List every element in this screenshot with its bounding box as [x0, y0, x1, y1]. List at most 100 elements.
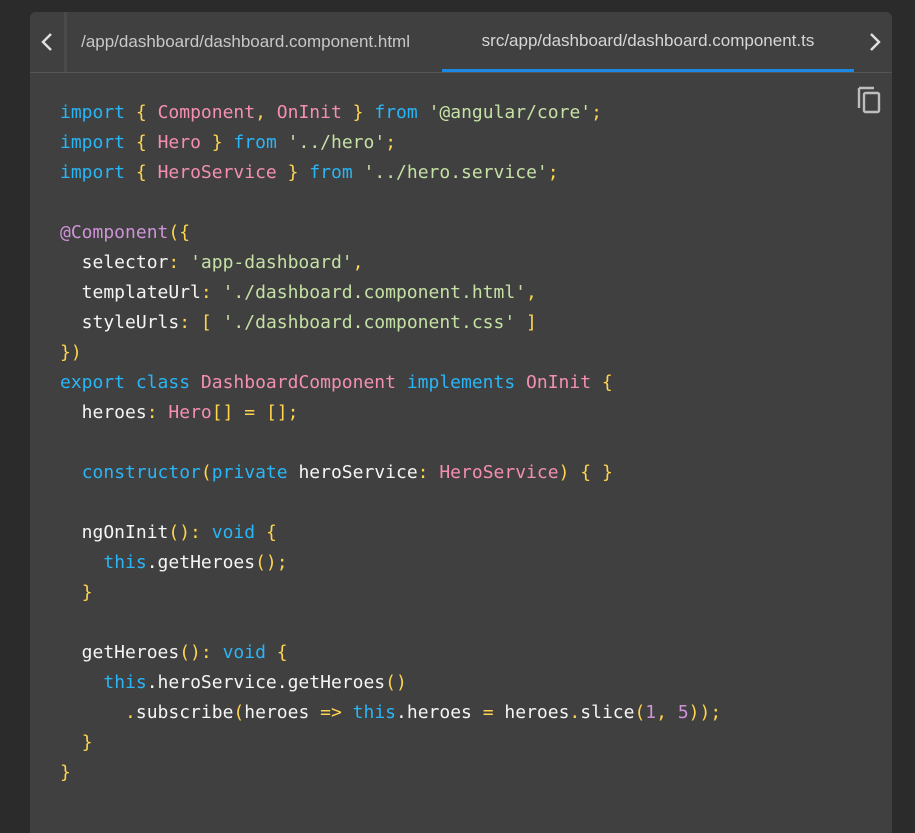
code-token: ({ [168, 222, 191, 243]
code-token: = [482, 702, 494, 723]
code-token: from [374, 102, 418, 123]
code-token: heroService [287, 462, 418, 483]
code-token: export [60, 372, 126, 393]
code-token: , [352, 252, 364, 273]
code-line: } [60, 578, 721, 608]
code-line: styleUrls: [ './dashboard.component.css'… [60, 308, 721, 338]
code-token: . [125, 702, 136, 723]
code-token: slice [580, 702, 635, 723]
code-token: Hero [168, 402, 212, 423]
code-token: } [211, 132, 223, 153]
tab-dashboard-component-ts[interactable]: src/app/dashboard/dashboard.component.ts [442, 12, 854, 72]
code-token: (): [179, 642, 212, 663]
chevron-right-icon [870, 33, 881, 51]
code-token: DashboardComponent [200, 372, 396, 393]
code-token: { [265, 522, 277, 543]
tab-list: /app/dashboard/dashboard.component.html … [64, 12, 858, 72]
code-line: ngOnInit(): void { [60, 518, 721, 548]
code-token: )); [688, 702, 722, 723]
code-token: OnInit [276, 102, 342, 123]
chevron-left-icon [41, 33, 52, 51]
code-token: getHeroes [60, 642, 180, 663]
code-token: : [179, 312, 191, 333]
code-token: 5 [677, 702, 689, 723]
code-token: : [146, 402, 158, 423]
code-token: .heroService.getHeroes [146, 672, 386, 693]
code-token: } [81, 732, 93, 753]
code-token: Hero [157, 132, 201, 153]
code-token: @Component [60, 222, 169, 243]
code-token: (); [255, 552, 288, 573]
code-token: OnInit [526, 372, 592, 393]
code-token: []; [265, 402, 299, 423]
tab-dashboard-component-html[interactable]: /app/dashboard/dashboard.component.html [64, 12, 440, 72]
copy-code-button[interactable] [856, 84, 884, 116]
code-token: constructor [81, 462, 201, 483]
code-token: = [244, 402, 256, 423]
code-token: import [60, 102, 126, 123]
code-line: import { Hero } from '../hero'; [60, 128, 721, 158]
code-token: , [656, 702, 667, 723]
code-token: HeroService [157, 162, 277, 183]
code-line: selector: 'app-dashboard', [60, 248, 721, 278]
code-line: import { Component, OnInit } from '@angu… [60, 98, 721, 128]
code-line: } [60, 758, 721, 788]
code-token: (): [168, 522, 201, 543]
code-token: templateUrl [60, 282, 201, 303]
code-token: heroes [493, 702, 570, 723]
code-token: heroes [244, 702, 321, 723]
code-token: => [320, 702, 342, 723]
tab-scroll-left-button[interactable] [30, 12, 64, 72]
code-line: export class DashboardComponent implemen… [60, 368, 721, 398]
code-token: selector [60, 252, 169, 273]
code-token: Component [157, 102, 256, 123]
code-token: ( [233, 702, 245, 723]
code-token: this [103, 552, 147, 573]
code-line: }) [60, 338, 721, 368]
code-token: class [135, 372, 191, 393]
code-token: implements [406, 372, 516, 393]
code-token: , [526, 282, 537, 303]
code-line: this.heroService.getHeroes() [60, 668, 721, 698]
code-token: from [233, 132, 277, 153]
code-token: { [580, 462, 592, 483]
code-token: HeroService [439, 462, 559, 483]
copy-icon [857, 86, 881, 114]
code-token: } [81, 582, 93, 603]
code-token: ; [385, 132, 397, 153]
code-token: from [309, 162, 353, 183]
code-token: { [135, 132, 147, 153]
tab-scroll-right-button[interactable] [858, 12, 892, 72]
code-line: } [60, 728, 721, 758]
code-token: ; [591, 102, 602, 123]
code-token: .heroes [396, 702, 483, 723]
code-token: this [103, 672, 147, 693]
code-token: void [222, 642, 266, 663]
